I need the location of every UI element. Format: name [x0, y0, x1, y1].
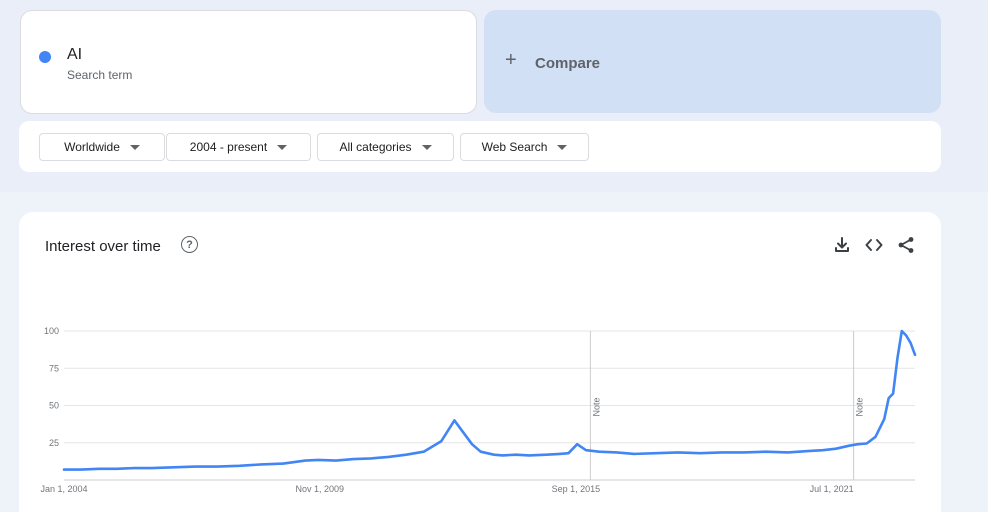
note-marker-label: Note: [591, 397, 601, 416]
compare-label: Compare: [535, 55, 601, 72]
download-icon[interactable]: [832, 235, 852, 255]
help-icon[interactable]: ?: [181, 236, 198, 253]
plus-icon: +: [505, 49, 517, 71]
region-filter-dropdown[interactable]: Worldwide: [39, 133, 165, 161]
interest-over-time-chart: 100 75 50 25 Jan 1, 2004 Nov 1, 2009 Sep 1, 20…: [40, 326, 917, 494]
y-tick-label: 100: [44, 326, 59, 336]
category-filter-dropdown[interactable]: All categories: [317, 133, 454, 161]
series-color-dot: [39, 51, 51, 63]
y-tick-label: 50: [49, 401, 59, 411]
search-term-subtitle: Search term: [67, 68, 133, 82]
embed-icon[interactable]: [864, 235, 884, 255]
x-tick-label: Sep 1, 2015: [552, 484, 601, 494]
y-tick-label: 75: [49, 363, 59, 373]
search-type-filter-label: Web Search: [481, 140, 548, 154]
x-tick-label: Jul 1, 2021: [810, 484, 854, 494]
caret-down-icon: [557, 144, 568, 150]
region-filter-label: Worldwide: [64, 140, 120, 154]
interest-over-time-card: 100 75 50 25 Jan 1, 2004 Nov 1, 2009 Sep 1, 20…: [19, 212, 941, 512]
caret-down-icon: [277, 144, 288, 150]
series-line: [62, 329, 917, 471]
note-marker-label: Note: [855, 397, 865, 416]
y-tick-label: 25: [49, 438, 59, 448]
caret-down-icon: [129, 144, 140, 150]
search-type-filter-dropdown[interactable]: Web Search: [460, 133, 589, 161]
x-tick-label: Nov 1, 2009: [295, 484, 344, 494]
caret-down-icon: [421, 144, 432, 150]
x-tick-label: Jan 1, 2004: [40, 484, 87, 494]
time-range-filter-label: 2004 - present: [189, 140, 268, 154]
chart-title: Interest over time: [45, 238, 161, 255]
search-term-name[interactable]: AI: [67, 46, 82, 64]
search-term-card[interactable]: AI Search term: [20, 10, 477, 114]
category-filter-label: All categories: [339, 140, 412, 154]
time-range-filter-dropdown[interactable]: 2004 - present: [166, 133, 311, 161]
compare-button[interactable]: + Compare: [484, 10, 941, 113]
filter-bar: Worldwide 2004 - present All categories …: [19, 121, 941, 172]
share-icon[interactable]: [896, 235, 916, 255]
